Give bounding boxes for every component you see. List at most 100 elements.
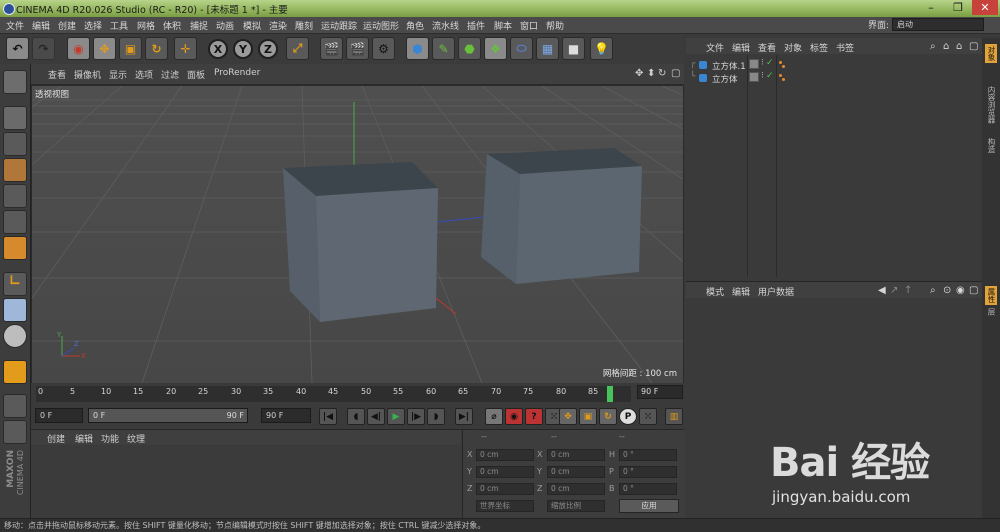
- object-menu-file[interactable]: 文件: [706, 41, 724, 54]
- attr-new-window-icon[interactable]: ▢: [969, 285, 978, 296]
- enabled-check-icon[interactable]: ✓: [766, 71, 774, 81]
- menu-sculpt[interactable]: 雕刻: [295, 19, 313, 32]
- texture-mode-icon[interactable]: [3, 132, 27, 156]
- make-editable-icon[interactable]: [3, 70, 27, 94]
- tweak-mode-icon[interactable]: [3, 298, 27, 322]
- attr-menu-mode[interactable]: 模式: [706, 285, 724, 298]
- menu-simulate[interactable]: 模拟: [243, 19, 261, 32]
- array-icon[interactable]: ❖: [484, 37, 507, 60]
- undo-button[interactable]: ↶: [6, 37, 29, 60]
- redo-button[interactable]: ↷: [32, 37, 55, 60]
- tab-attributes[interactable]: 属性: [985, 286, 997, 305]
- scale-mode-select[interactable]: 缩放比例: [547, 500, 605, 512]
- magnet-icon[interactable]: [3, 360, 27, 384]
- snap-icon[interactable]: [3, 324, 27, 348]
- scale-tool-icon[interactable]: ▣: [119, 37, 142, 60]
- floor-icon[interactable]: ▦: [536, 37, 559, 60]
- menu-window[interactable]: 窗口: [520, 19, 538, 32]
- position-y-field[interactable]: 0 cm: [476, 466, 534, 478]
- visibility-dots-icon[interactable]: ⁝: [761, 58, 764, 68]
- object-menu-view[interactable]: 查看: [758, 41, 776, 54]
- menu-pipeline[interactable]: 流水线: [432, 19, 459, 32]
- key-point-level-icon[interactable]: ⁙: [639, 408, 657, 425]
- keyframe-selection-icon[interactable]: ⌀: [485, 408, 503, 425]
- play-button[interactable]: ▶: [387, 408, 405, 425]
- recent-tool-icon[interactable]: ✛: [174, 37, 197, 60]
- coordinate-system-select[interactable]: 世界坐标: [476, 500, 534, 512]
- menu-script[interactable]: 脚本: [494, 19, 512, 32]
- menu-tools[interactable]: 工具: [110, 19, 128, 32]
- object-row[interactable]: ┌ 立方体.1 ⁝ ✓: [686, 58, 982, 72]
- phong-tag-icon[interactable]: [782, 78, 785, 81]
- object-menu-objects[interactable]: 对象: [784, 41, 802, 54]
- key-rotation-icon[interactable]: ↻: [599, 408, 617, 425]
- lock-workplane-icon[interactable]: [3, 394, 27, 418]
- cube-object-icon[interactable]: ⬢: [406, 37, 429, 60]
- attr-settings-icon[interactable]: ◉: [956, 285, 965, 296]
- object-menu-bookmarks[interactable]: 书签: [836, 41, 854, 54]
- spline-pen-icon[interactable]: ✎: [432, 37, 455, 60]
- material-menu-edit[interactable]: 编辑: [75, 432, 93, 445]
- object-search-icon[interactable]: ⌕: [930, 41, 936, 52]
- tab-content-browser[interactable]: 内容浏览器: [985, 86, 997, 124]
- go-to-end-button[interactable]: ▶|: [455, 408, 473, 425]
- tab-objects[interactable]: 对象: [985, 44, 997, 63]
- size-x-field[interactable]: 0 cm: [547, 449, 605, 461]
- phong-tag-icon[interactable]: [779, 74, 782, 77]
- z-axis-lock-icon[interactable]: Z: [258, 39, 278, 59]
- menu-help[interactable]: 帮助: [546, 19, 564, 32]
- object-up-icon[interactable]: ⌂: [956, 41, 962, 52]
- attr-up-icon[interactable]: ↑: [904, 285, 912, 296]
- viewport-menu-panel[interactable]: 面板: [187, 68, 205, 81]
- object-name[interactable]: 立方体: [712, 73, 738, 85]
- layout-select[interactable]: 启动: [892, 18, 984, 31]
- attr-back-icon[interactable]: ◀: [878, 285, 886, 296]
- previous-key-button[interactable]: ◖: [347, 408, 365, 425]
- polygons-mode-icon[interactable]: [3, 236, 27, 260]
- menu-create[interactable]: 创建: [58, 19, 76, 32]
- timeline-ruler[interactable]: 0 5 10 15 20 25 30 35 40 45 50 55 60 65 …: [36, 386, 631, 402]
- apply-button[interactable]: 应用: [619, 499, 679, 513]
- go-to-start-button[interactable]: |◀: [319, 408, 337, 425]
- visibility-dots-icon[interactable]: ⁝: [761, 71, 764, 81]
- model-mode-icon[interactable]: [3, 106, 27, 130]
- menu-mesh[interactable]: 网格: [137, 19, 155, 32]
- axis-mode-icon[interactable]: ∟: [3, 272, 27, 296]
- viewport-pan-icon[interactable]: ✥: [635, 68, 643, 79]
- render-view-icon[interactable]: 🎬: [320, 37, 343, 60]
- rotation-h-field[interactable]: 0 °: [619, 449, 677, 461]
- material-menu-function[interactable]: 功能: [101, 432, 119, 445]
- attr-menu-user-data[interactable]: 用户数据: [758, 285, 794, 298]
- viewport-menu-view[interactable]: 查看: [48, 68, 66, 81]
- points-mode-icon[interactable]: [3, 184, 27, 208]
- workplane-icon[interactable]: [3, 158, 27, 182]
- render-picture-viewer-icon[interactable]: 🎬: [346, 37, 369, 60]
- material-menu-texture[interactable]: 纹理: [127, 432, 145, 445]
- viewport-layout-icon[interactable]: ▢: [671, 68, 680, 79]
- material-menu-create[interactable]: 创建: [47, 432, 65, 445]
- position-x-field[interactable]: 0 cm: [476, 449, 534, 461]
- minimize-button[interactable]: –: [918, 0, 944, 15]
- menu-animate[interactable]: 动画: [216, 19, 234, 32]
- render-settings-icon[interactable]: ⚙: [372, 37, 395, 60]
- timeline[interactable]: 0 5 10 15 20 25 30 35 40 45 50 55 60 65 …: [31, 383, 684, 405]
- camera-icon[interactable]: ■: [562, 37, 585, 60]
- x-axis-lock-icon[interactable]: X: [208, 39, 228, 59]
- attr-lock-icon[interactable]: ⊙: [943, 285, 951, 296]
- size-z-field[interactable]: 0 cm: [547, 483, 605, 495]
- y-axis-lock-icon[interactable]: Y: [233, 39, 253, 59]
- timeline-end-frame[interactable]: 90 F: [637, 385, 683, 399]
- rotation-b-field[interactable]: 0 °: [619, 483, 677, 495]
- perspective-viewport[interactable]: Y X Z 透视视图 网格间距 : 100 cm: [31, 85, 684, 384]
- key-scale-icon[interactable]: ▣: [579, 408, 597, 425]
- object-name[interactable]: 立方体.1: [712, 60, 746, 72]
- object-row[interactable]: └ 立方体 ⁝ ✓: [686, 71, 982, 85]
- start-frame-field[interactable]: 0 F: [35, 408, 83, 423]
- attr-menu-edit[interactable]: 编辑: [732, 285, 750, 298]
- object-menu-tags[interactable]: 标签: [810, 41, 828, 54]
- viewport-menu-cameras[interactable]: 摄像机: [74, 68, 101, 81]
- next-key-button[interactable]: ◗: [427, 408, 445, 425]
- close-button[interactable]: ✕: [972, 0, 998, 15]
- viewport-menu-filter[interactable]: 过滤: [161, 68, 179, 81]
- enabled-check-icon[interactable]: ✓: [766, 58, 774, 68]
